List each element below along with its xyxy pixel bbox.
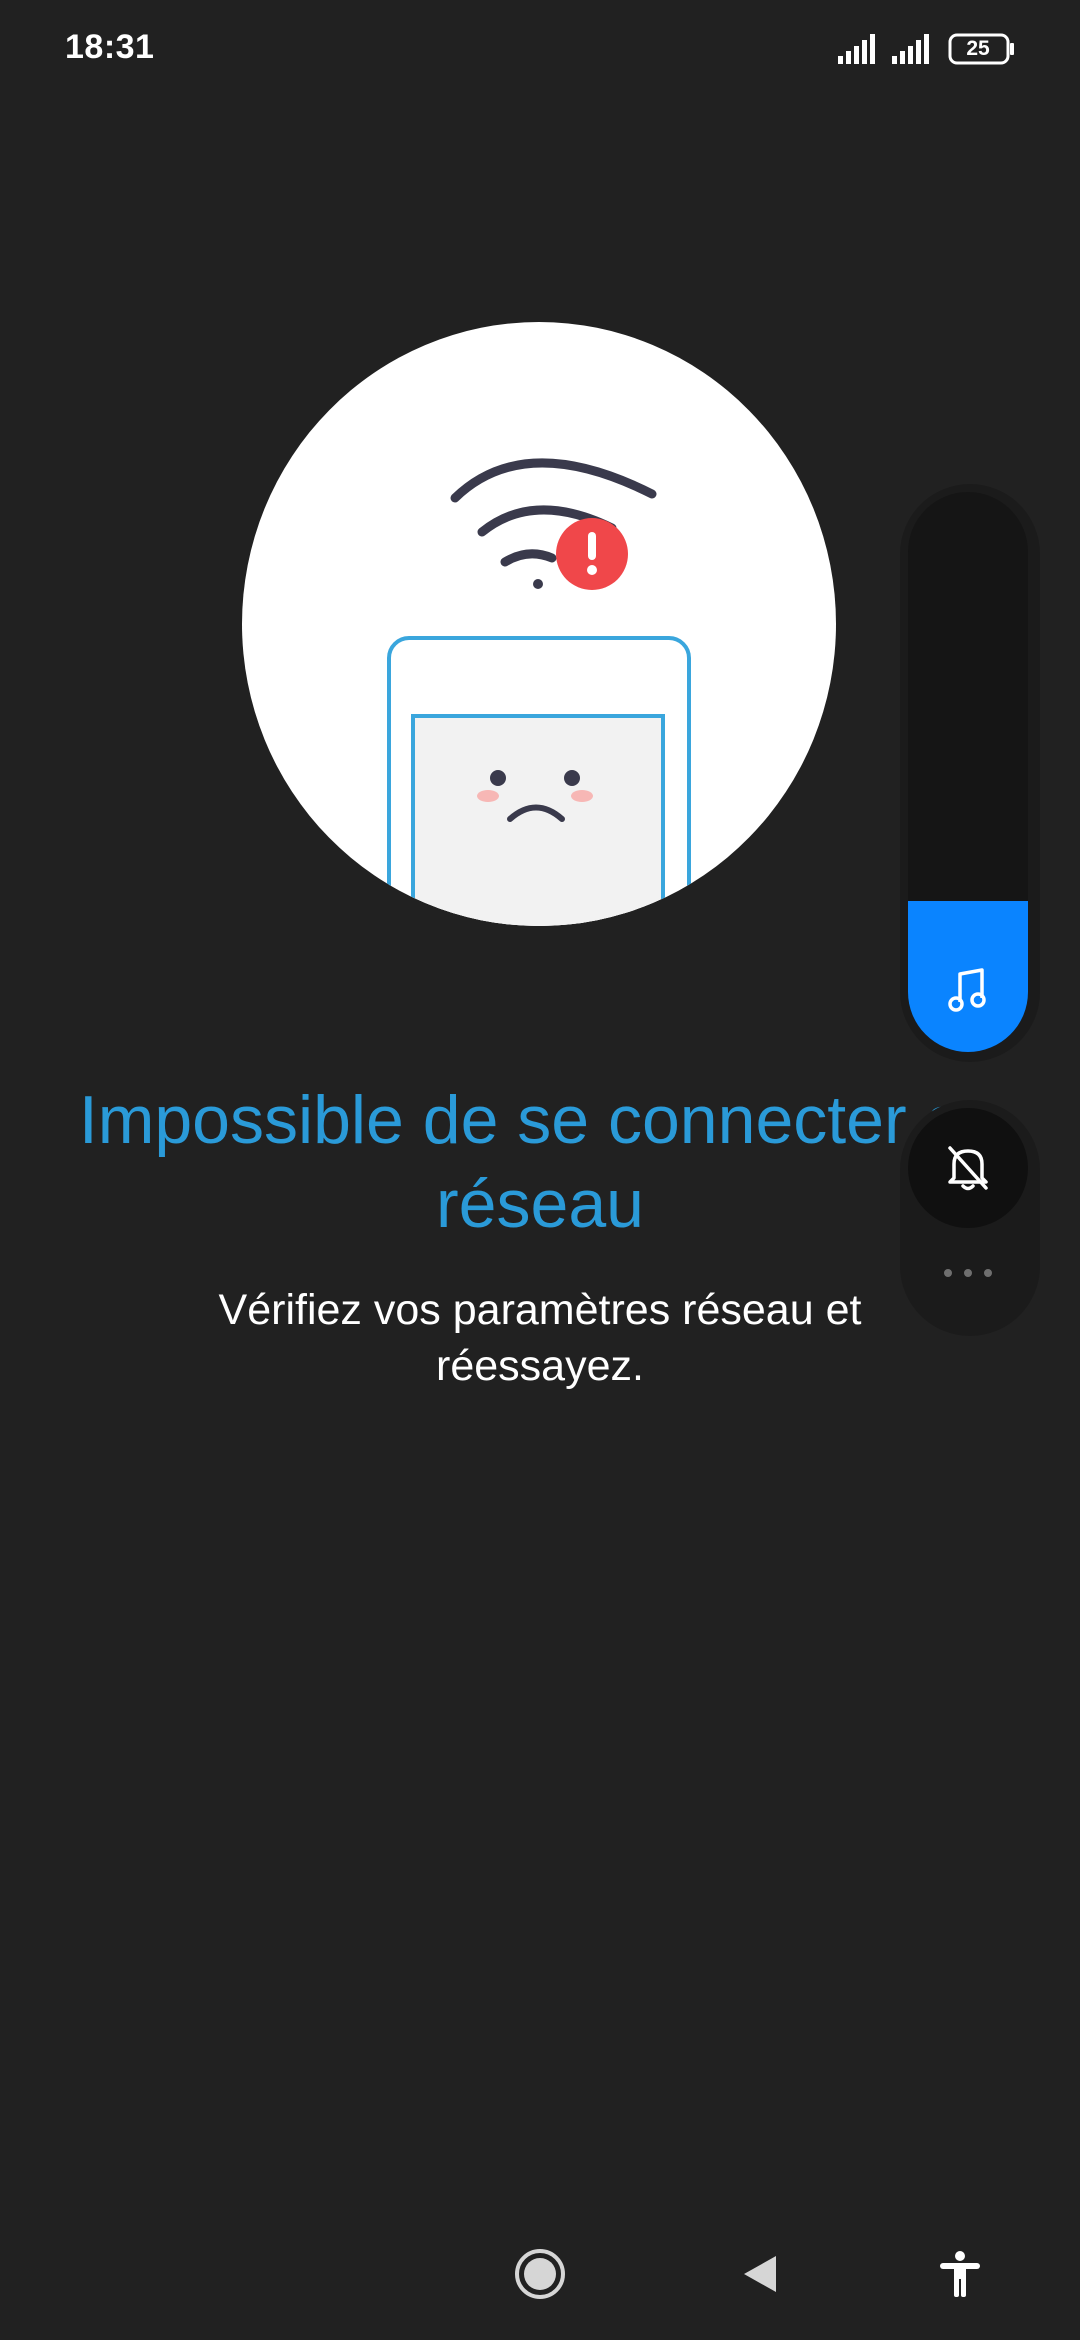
sad-phone-icon	[387, 636, 691, 926]
accessibility-icon	[940, 2251, 980, 2297]
more-options-icon[interactable]	[940, 1264, 996, 1282]
battery-icon: 25	[948, 33, 1016, 65]
signal-icon	[892, 34, 929, 64]
signal-icon	[838, 34, 875, 64]
navigation-bar	[0, 2216, 1080, 2340]
ringer-mode-button[interactable]	[908, 1108, 1028, 1228]
clock: 18:31	[65, 28, 155, 66]
home-button[interactable]	[500, 2234, 580, 2314]
battery-level: 25	[966, 37, 990, 60]
accessibility-button[interactable]	[920, 2234, 1000, 2314]
alert-badge-icon	[556, 518, 628, 590]
back-icon	[744, 2256, 776, 2292]
no-network-illustration	[242, 322, 836, 926]
home-icon	[515, 2249, 565, 2299]
music-note-icon	[948, 968, 986, 1012]
status-bar: 18:31 25	[0, 0, 1080, 100]
volume-slider[interactable]	[908, 492, 1028, 1052]
bell-off-icon	[948, 1146, 988, 1191]
error-message: Vérifiez vos paramètres réseau et réessa…	[218, 1286, 862, 1390]
back-button[interactable]	[720, 2234, 800, 2314]
screen: 18:31 25 Impossible de se connecter au r…	[0, 0, 1080, 2340]
